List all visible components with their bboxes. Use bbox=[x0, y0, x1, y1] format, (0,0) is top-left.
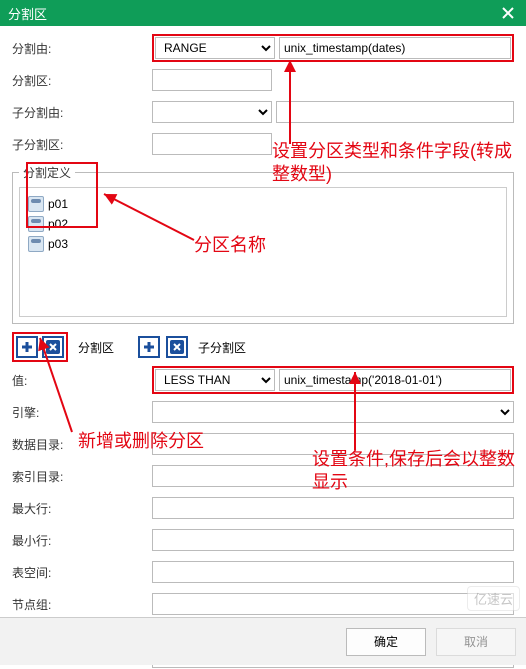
remove-partition-button[interactable] bbox=[42, 336, 64, 358]
tree-item-label: p01 bbox=[48, 197, 68, 211]
close-button[interactable] bbox=[498, 3, 518, 23]
close-icon bbox=[502, 7, 514, 19]
tree-item[interactable]: p01 bbox=[28, 194, 498, 214]
node-group-input[interactable] bbox=[152, 593, 514, 615]
index-dir-input[interactable] bbox=[152, 465, 514, 487]
partition-icon bbox=[28, 236, 44, 252]
label-subpartition-zone: 子分割区: bbox=[12, 136, 152, 153]
ok-button[interactable]: 确定 bbox=[346, 628, 426, 656]
label-min-rows: 最小行: bbox=[12, 532, 152, 549]
tree-item[interactable]: p03 bbox=[28, 234, 498, 254]
partition-zone-input[interactable] bbox=[152, 69, 272, 91]
cancel-label: 取消 bbox=[464, 633, 488, 650]
min-rows-input[interactable] bbox=[152, 529, 514, 551]
engine-select[interactable] bbox=[152, 401, 514, 423]
definition-legend: 分割定义 bbox=[19, 164, 75, 181]
label-data-dir: 数据目录: bbox=[12, 436, 152, 453]
label-node-group: 节点组: bbox=[12, 596, 152, 613]
label-max-rows: 最大行: bbox=[12, 500, 152, 517]
add-subpartition-button[interactable] bbox=[138, 336, 160, 358]
watermark: 亿速云 bbox=[467, 586, 520, 611]
partition-icon bbox=[28, 196, 44, 212]
ok-label: 确定 bbox=[374, 633, 398, 650]
partition-expr-input[interactable] bbox=[279, 37, 511, 59]
plus-icon bbox=[20, 340, 34, 354]
value-expr-input[interactable] bbox=[279, 369, 511, 391]
subpartition-zone-input[interactable] bbox=[152, 133, 272, 155]
value-op-select[interactable]: LESS THAN bbox=[155, 369, 275, 391]
add-partition-button[interactable] bbox=[16, 336, 38, 358]
label-tablespace: 表空间: bbox=[12, 564, 152, 581]
label-partition-zone: 分割区: bbox=[12, 72, 152, 89]
section-label-subpartition: 子分割区 bbox=[198, 339, 246, 356]
remove-subpartition-button[interactable] bbox=[166, 336, 188, 358]
label-partition-by: 分割由: bbox=[12, 40, 152, 57]
definition-fieldset: 分割定义 p01 p02 p03 bbox=[12, 164, 514, 324]
x-icon bbox=[46, 340, 60, 354]
x-icon bbox=[170, 340, 184, 354]
tree-item[interactable]: p02 bbox=[28, 214, 498, 234]
max-rows-input[interactable] bbox=[152, 497, 514, 519]
tablespace-input[interactable] bbox=[152, 561, 514, 583]
subpartition-type-select[interactable] bbox=[152, 101, 272, 123]
plus-icon bbox=[142, 340, 156, 354]
partition-type-select[interactable]: RANGE bbox=[155, 37, 275, 59]
partition-icon bbox=[28, 216, 44, 232]
label-value: 值: bbox=[12, 372, 152, 389]
label-index-dir: 索引目录: bbox=[12, 468, 152, 485]
label-engine: 引擎: bbox=[12, 404, 152, 421]
label-subpartition-by: 子分割由: bbox=[12, 104, 152, 121]
data-dir-input[interactable] bbox=[152, 433, 514, 455]
subpartition-expr-input[interactable] bbox=[276, 101, 514, 123]
window-title: 分割区 bbox=[8, 4, 47, 23]
footer-bar: 确定 取消 bbox=[0, 617, 526, 665]
section-label-partition: 分割区 bbox=[78, 339, 114, 356]
cancel-button[interactable]: 取消 bbox=[436, 628, 516, 656]
tree-item-label: p02 bbox=[48, 217, 68, 231]
tree-item-label: p03 bbox=[48, 237, 68, 251]
titlebar: 分割区 bbox=[0, 0, 526, 26]
partition-tree[interactable]: p01 p02 p03 bbox=[19, 187, 507, 317]
